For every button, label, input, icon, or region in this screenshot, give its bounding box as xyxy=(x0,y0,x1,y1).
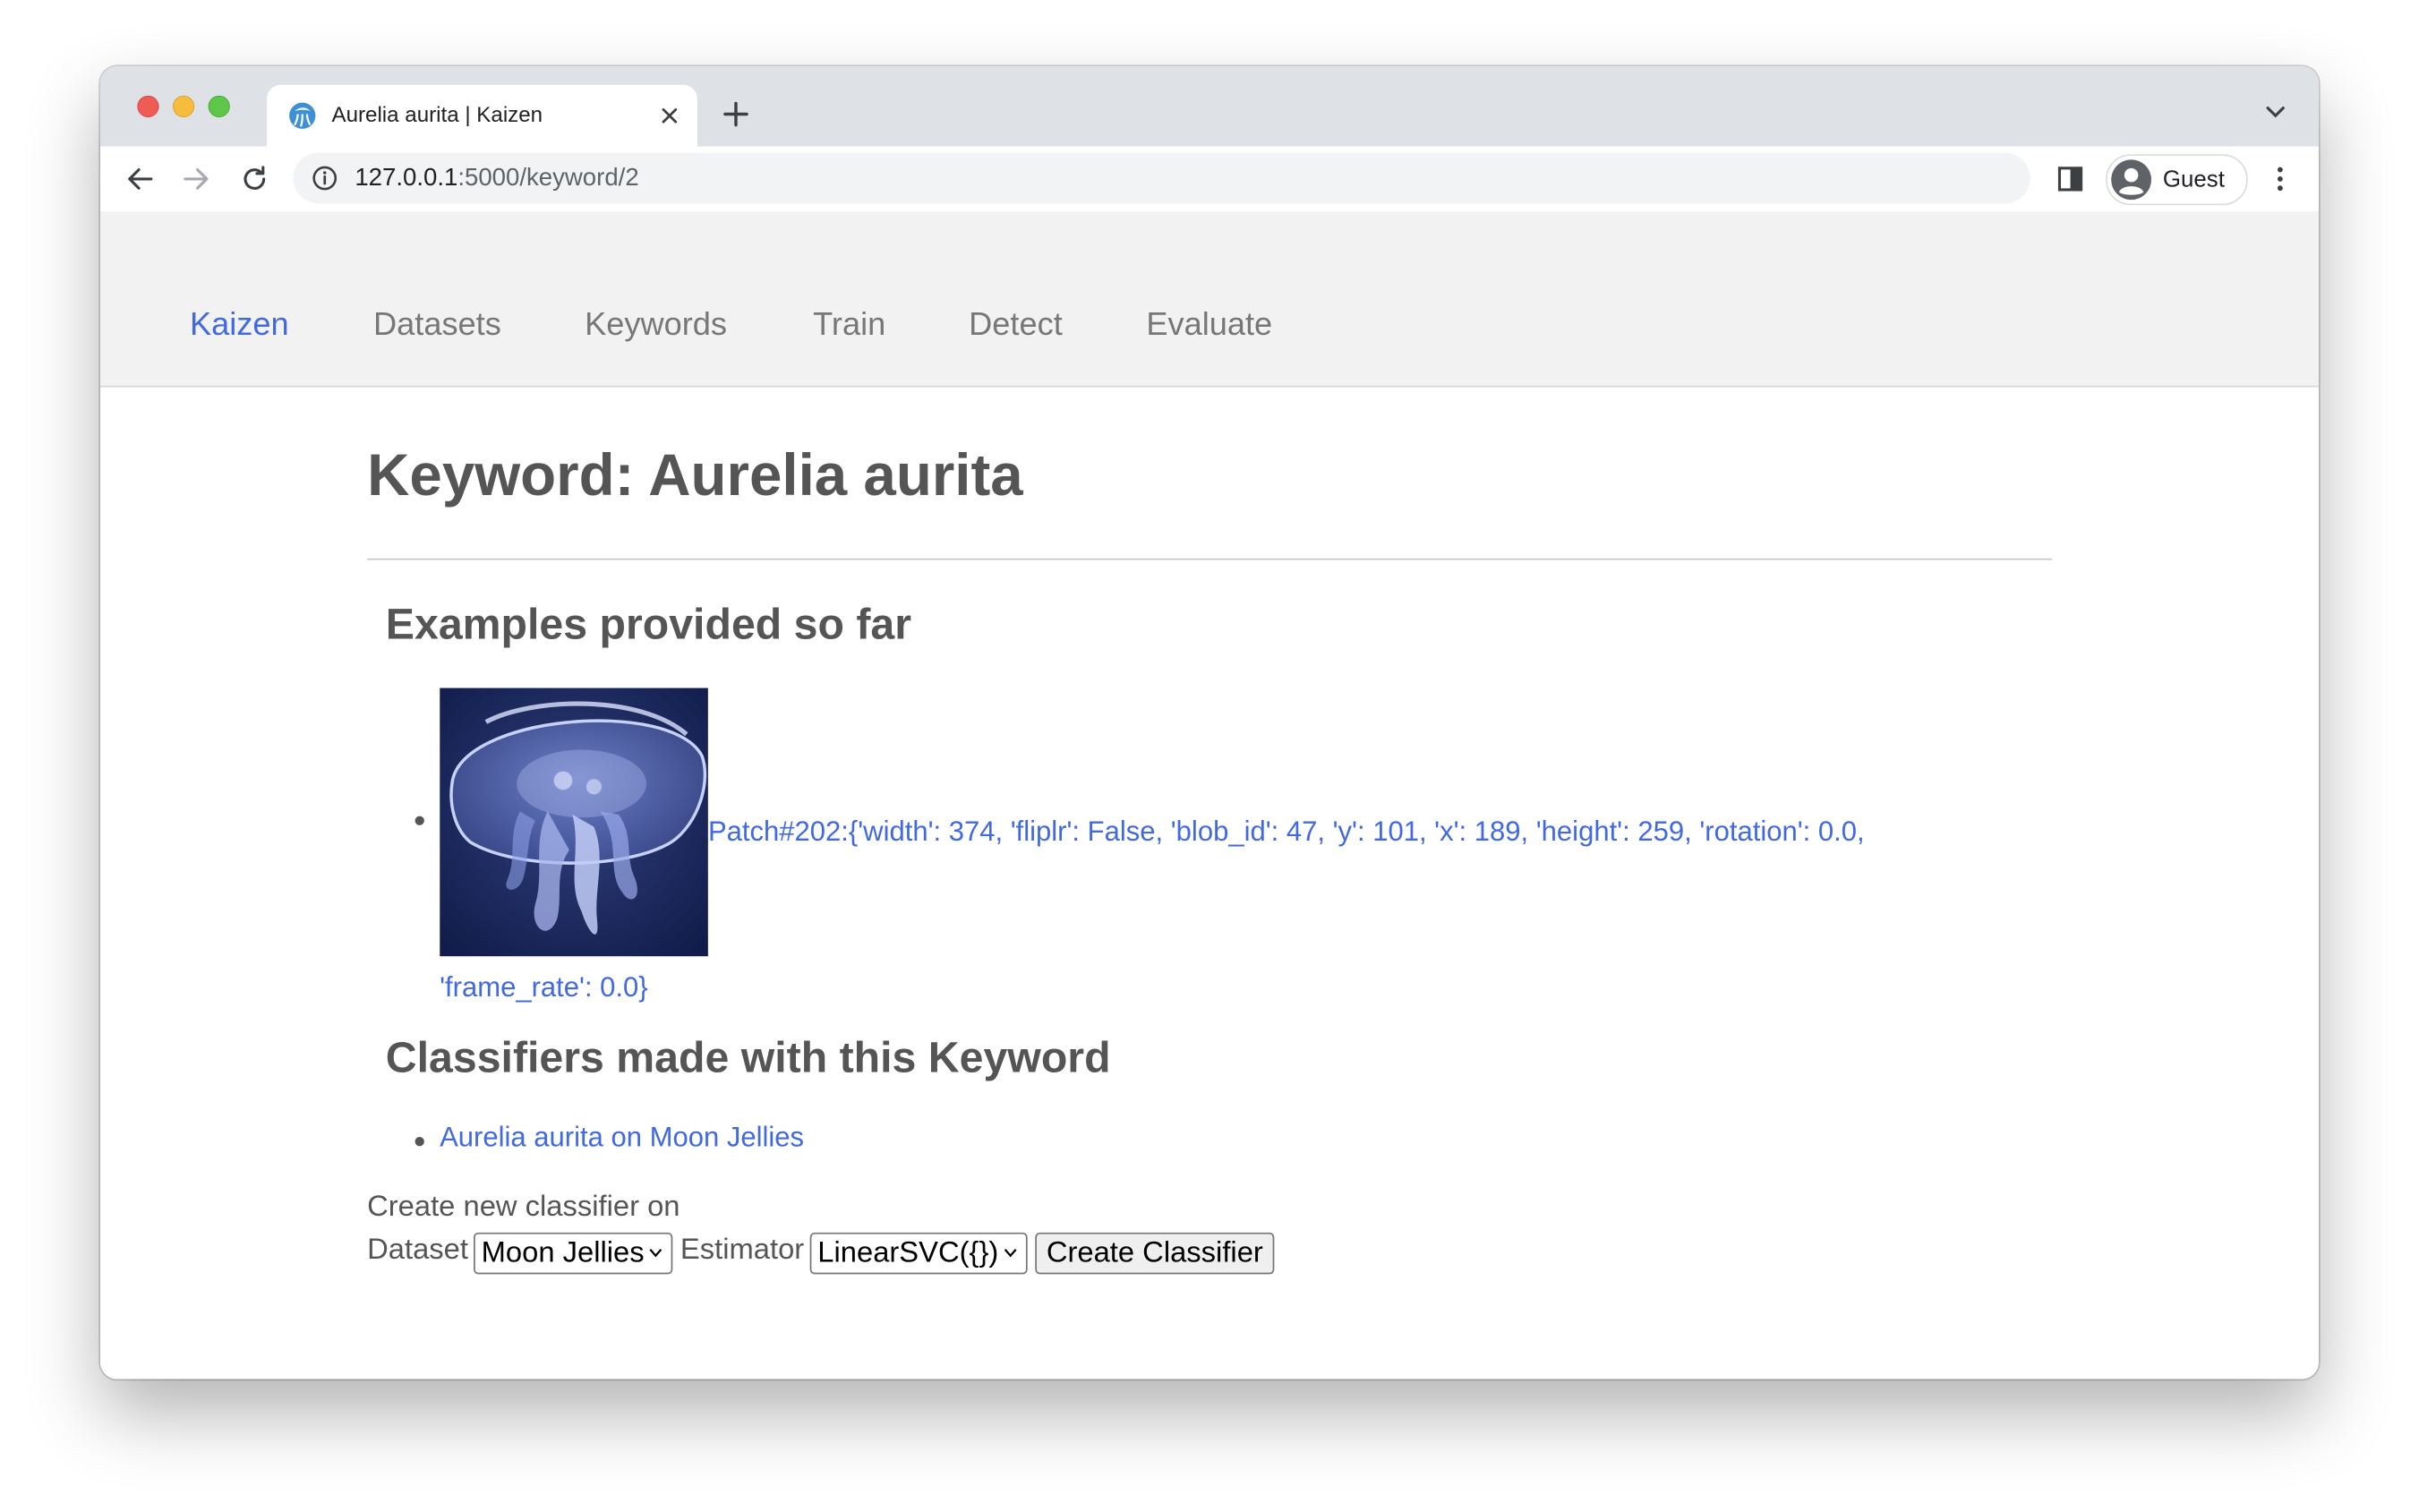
avatar-icon xyxy=(2111,159,2152,201)
url-path: :5000/keyword/2 xyxy=(457,165,639,192)
example-bullet xyxy=(415,816,424,825)
url-host: 127.0.0.1 xyxy=(355,165,458,192)
nav-brand-kaizen[interactable]: Kaizen xyxy=(190,307,289,344)
close-tab-icon[interactable] xyxy=(657,103,682,128)
close-window-button[interactable] xyxy=(137,95,159,117)
examples-heading: Examples provided so far xyxy=(385,600,912,648)
classifier-link[interactable]: Aurelia aurita on Moon Jellies xyxy=(440,1122,804,1154)
example-patch-thumbnail[interactable] xyxy=(440,688,708,957)
page-viewport: Kaizen Datasets Keywords Train Detect Ev… xyxy=(100,211,2319,1380)
tab-strip: Aurelia aurita | Kaizen xyxy=(100,66,2319,147)
address-url[interactable]: 127.0.0.1:5000/keyword/2 xyxy=(355,165,638,192)
address-bar[interactable]: 127.0.0.1:5000/keyword/2 xyxy=(293,152,2030,204)
profile-label: Guest xyxy=(2162,167,2225,193)
estimator-label: Estimator xyxy=(680,1234,805,1267)
create-classifier-intro: Create new classifier on xyxy=(367,1191,680,1224)
jellyfish-favicon-icon xyxy=(289,102,316,129)
chevron-down-icon[interactable] xyxy=(2263,103,2288,122)
zoom-window-button[interactable] xyxy=(208,95,230,117)
reload-icon[interactable] xyxy=(239,164,269,194)
browser-window: Aurelia aurita | Kaizen 127.0.0.1:5000/k… xyxy=(100,66,2319,1380)
minimize-window-button[interactable] xyxy=(172,95,195,117)
new-tab-icon[interactable] xyxy=(719,98,753,132)
nav-link-train[interactable]: Train xyxy=(813,307,885,344)
browser-tab-active[interactable]: Aurelia aurita | Kaizen xyxy=(267,84,697,147)
dataset-select[interactable]: Moon Jellies xyxy=(474,1232,673,1275)
estimator-select[interactable]: LinearSVC({}) xyxy=(809,1232,1028,1275)
classifiers-heading: Classifiers made with this Keyword xyxy=(385,1033,1111,1081)
title-divider xyxy=(367,558,2052,560)
example-patch-link[interactable]: Patch#202:{'width': 374, 'fliplr': False… xyxy=(708,816,1865,849)
dataset-select-wrap: Moon Jellies xyxy=(474,1232,673,1275)
nav-link-datasets[interactable]: Datasets xyxy=(373,307,501,344)
browser-toolbar: 127.0.0.1:5000/keyword/2 Guest xyxy=(100,146,2319,213)
nav-link-keywords[interactable]: Keywords xyxy=(585,307,727,344)
profile-button[interactable]: Guest xyxy=(2106,154,2248,206)
back-arrow-icon[interactable] xyxy=(125,164,156,194)
more-options-icon[interactable] xyxy=(2266,164,2294,194)
jellyfish-image xyxy=(440,688,708,957)
nav-link-detect[interactable]: Detect xyxy=(969,307,1063,344)
dataset-label: Dataset xyxy=(367,1234,468,1267)
tab-title: Aurelia aurita | Kaizen xyxy=(331,101,543,127)
example-patch-link-continued[interactable]: 'frame_rate': 0.0} xyxy=(440,972,648,1004)
nav-link-evaluate[interactable]: Evaluate xyxy=(1146,307,1272,344)
forward-arrow-icon[interactable] xyxy=(181,164,211,194)
screenshot-stage: Aurelia aurita | Kaizen 127.0.0.1:5000/k… xyxy=(0,0,2419,1512)
classifier-bullet xyxy=(415,1136,424,1147)
site-info-icon[interactable] xyxy=(312,165,338,191)
page-title: Keyword: Aurelia aurita xyxy=(367,444,1023,509)
site-navbar: Kaizen Datasets Keywords Train Detect Ev… xyxy=(100,211,2319,388)
create-classifier-button[interactable]: Create Classifier xyxy=(1035,1232,1275,1275)
side-panel-icon[interactable] xyxy=(2056,165,2084,192)
estimator-select-wrap: LinearSVC({}) xyxy=(809,1232,1028,1275)
